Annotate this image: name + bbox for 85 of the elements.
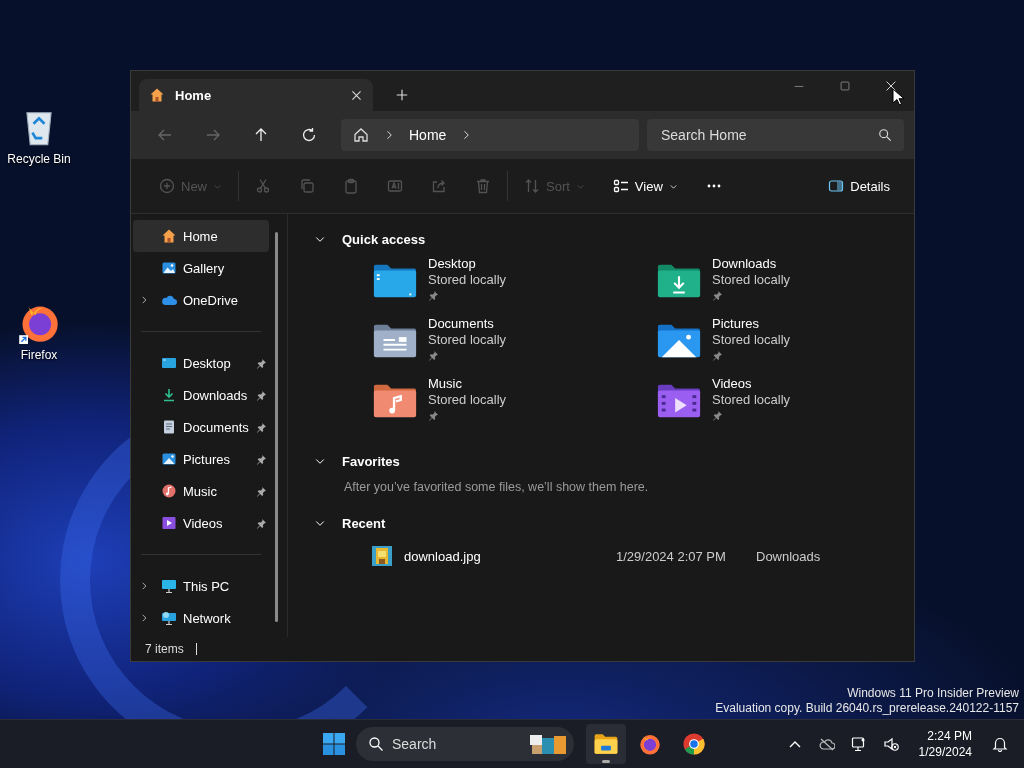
image-icon (161, 260, 177, 276)
expand-chevron-icon[interactable] (139, 295, 149, 305)
cloud-icon[interactable] (818, 736, 835, 752)
close-tab-icon[interactable] (350, 88, 363, 102)
panel-icon[interactable] (828, 178, 845, 194)
breadcrumb-item[interactable]: Home (409, 127, 447, 143)
network-icon (161, 610, 177, 626)
sidebar-item[interactable]: Videos (133, 507, 269, 539)
evaluation-notice: Windows 11 Pro Insider Preview (847, 686, 1019, 701)
search-icon[interactable] (368, 736, 384, 752)
new-tab-icon[interactable] (395, 88, 409, 102)
sidebar-item[interactable]: OneDrive (133, 284, 269, 316)
monitor-icon[interactable] (850, 736, 867, 752)
file-date: 1/29/2024 2:07 PM (616, 548, 727, 564)
sidebar-item[interactable]: This PC (133, 570, 269, 602)
folder-name[interactable]: Desktop (428, 256, 507, 272)
folder-status: Stored locally (712, 272, 791, 288)
pin-icon[interactable] (256, 485, 267, 497)
clock[interactable]: 2:24 PM 1/29/2024 (918, 728, 972, 760)
refresh-icon[interactable] (301, 127, 317, 143)
home-icon (161, 228, 177, 244)
up-arrow-icon[interactable] (253, 127, 269, 143)
pin-icon[interactable] (256, 453, 267, 465)
folder-status: Stored locally (428, 392, 507, 408)
empty-favorites-message: After you’ve favorited some files, we’ll show them here. (344, 479, 650, 496)
play-icon (161, 515, 177, 531)
list-view-icon[interactable] (612, 178, 629, 194)
home-icon[interactable] (353, 127, 369, 143)
image-thumbnail[interactable] (372, 546, 392, 566)
search-icon[interactable] (878, 128, 892, 142)
address-bar[interactable]: Home (341, 119, 639, 151)
puzzle-icon[interactable] (528, 732, 568, 756)
section-header[interactable]: Quick access (314, 224, 454, 254)
image-icon (161, 451, 177, 467)
item-count: 7 items (145, 642, 184, 656)
folder-status: Stored locally (712, 392, 791, 408)
view-button[interactable]: View (598, 169, 692, 203)
tab[interactable]: Home (139, 79, 373, 111)
pin-icon[interactable] (256, 389, 267, 401)
expand-chevron-icon[interactable] (139, 581, 149, 591)
file-name[interactable]: download.jpg (404, 548, 616, 564)
folder-name[interactable]: Documents (428, 316, 507, 332)
sidebar-item[interactable]: Network (133, 602, 269, 634)
file-location: Downloads (756, 548, 821, 564)
folder-name[interactable]: Videos (712, 376, 791, 392)
home-icon (149, 87, 165, 103)
speaker-muted-icon[interactable] (882, 736, 899, 752)
folder-status: Stored locally (712, 332, 791, 348)
search-field[interactable]: Search Home (647, 119, 904, 151)
sidebar-item[interactable]: Gallery (133, 252, 269, 284)
mouse-cursor-icon (892, 88, 904, 106)
monitor-icon (161, 578, 177, 594)
folder-name[interactable]: Music (428, 376, 507, 392)
music-note-icon (161, 483, 177, 499)
notification-bell-icon[interactable] (992, 736, 1008, 752)
folder-status: Stored locally (428, 332, 507, 348)
close-icon[interactable] (884, 79, 898, 93)
pin-icon[interactable] (256, 357, 267, 369)
section-header[interactable]: Recent (314, 508, 454, 538)
pin-icon[interactable] (256, 421, 267, 433)
expand-chevron-icon[interactable] (139, 613, 149, 623)
taskbar-search-field[interactable]: Search (356, 727, 574, 761)
section-header[interactable]: Favorites (314, 446, 454, 476)
desktop-icon-label[interactable]: Firefox (20, 348, 58, 362)
scrollbar[interactable] (275, 232, 278, 622)
sidebar-item[interactable]: Documents (133, 411, 269, 443)
desktop-icon-label[interactable]: Recycle Bin (7, 152, 71, 166)
evaluation-notice: Evaluation copy. Build 26040.rs_prerelease.240122-1157 (715, 701, 1019, 716)
download-arrow-icon (161, 387, 177, 403)
pin-icon[interactable] (256, 517, 267, 529)
details-button[interactable]: Details (814, 169, 904, 203)
document-icon (161, 419, 177, 435)
sidebar-item[interactable]: Desktop (133, 347, 269, 379)
start-icon[interactable] (322, 732, 346, 756)
browser-icon[interactable] (681, 731, 707, 757)
sidebar-item[interactable]: Music (133, 475, 269, 507)
folder-status: Stored locally (428, 272, 507, 288)
sidebar-item[interactable]: Home (133, 220, 269, 252)
taskbar-app-button[interactable] (586, 724, 626, 764)
folder-name[interactable]: Downloads (712, 256, 791, 272)
sidebar-item[interactable]: Pictures (133, 443, 269, 475)
folder-icon[interactable] (593, 731, 619, 757)
sidebar-item[interactable]: Downloads (133, 379, 269, 411)
monitor-icon (161, 355, 177, 371)
folder-name[interactable]: Pictures (712, 316, 791, 332)
